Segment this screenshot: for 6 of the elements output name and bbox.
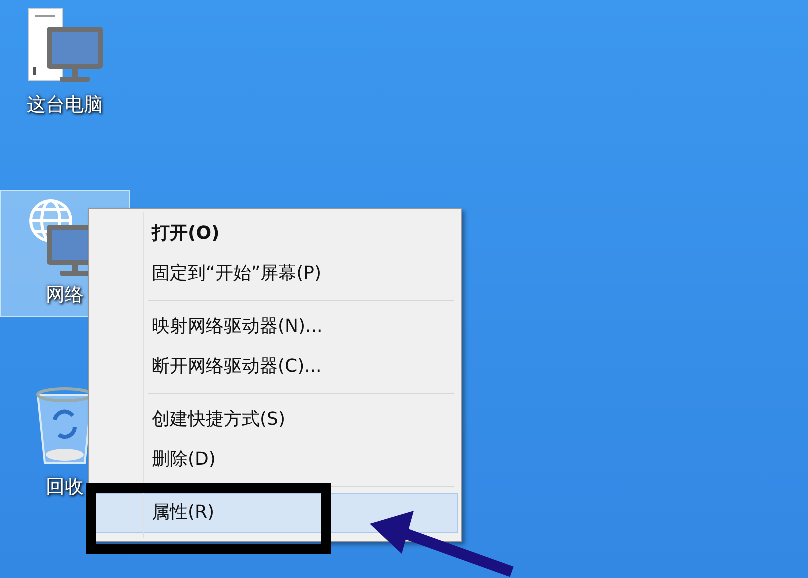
menu-item[interactable]: 删除(D) [92, 440, 458, 480]
icon-label: 这台电脑 [27, 93, 103, 118]
icon-label: 网络 [46, 283, 84, 308]
menu-item[interactable]: 创建快捷方式(S) [92, 400, 458, 440]
menu-item[interactable]: 断开网络驱动器(C)... [92, 347, 458, 387]
icon-label: 回收 [46, 475, 84, 500]
